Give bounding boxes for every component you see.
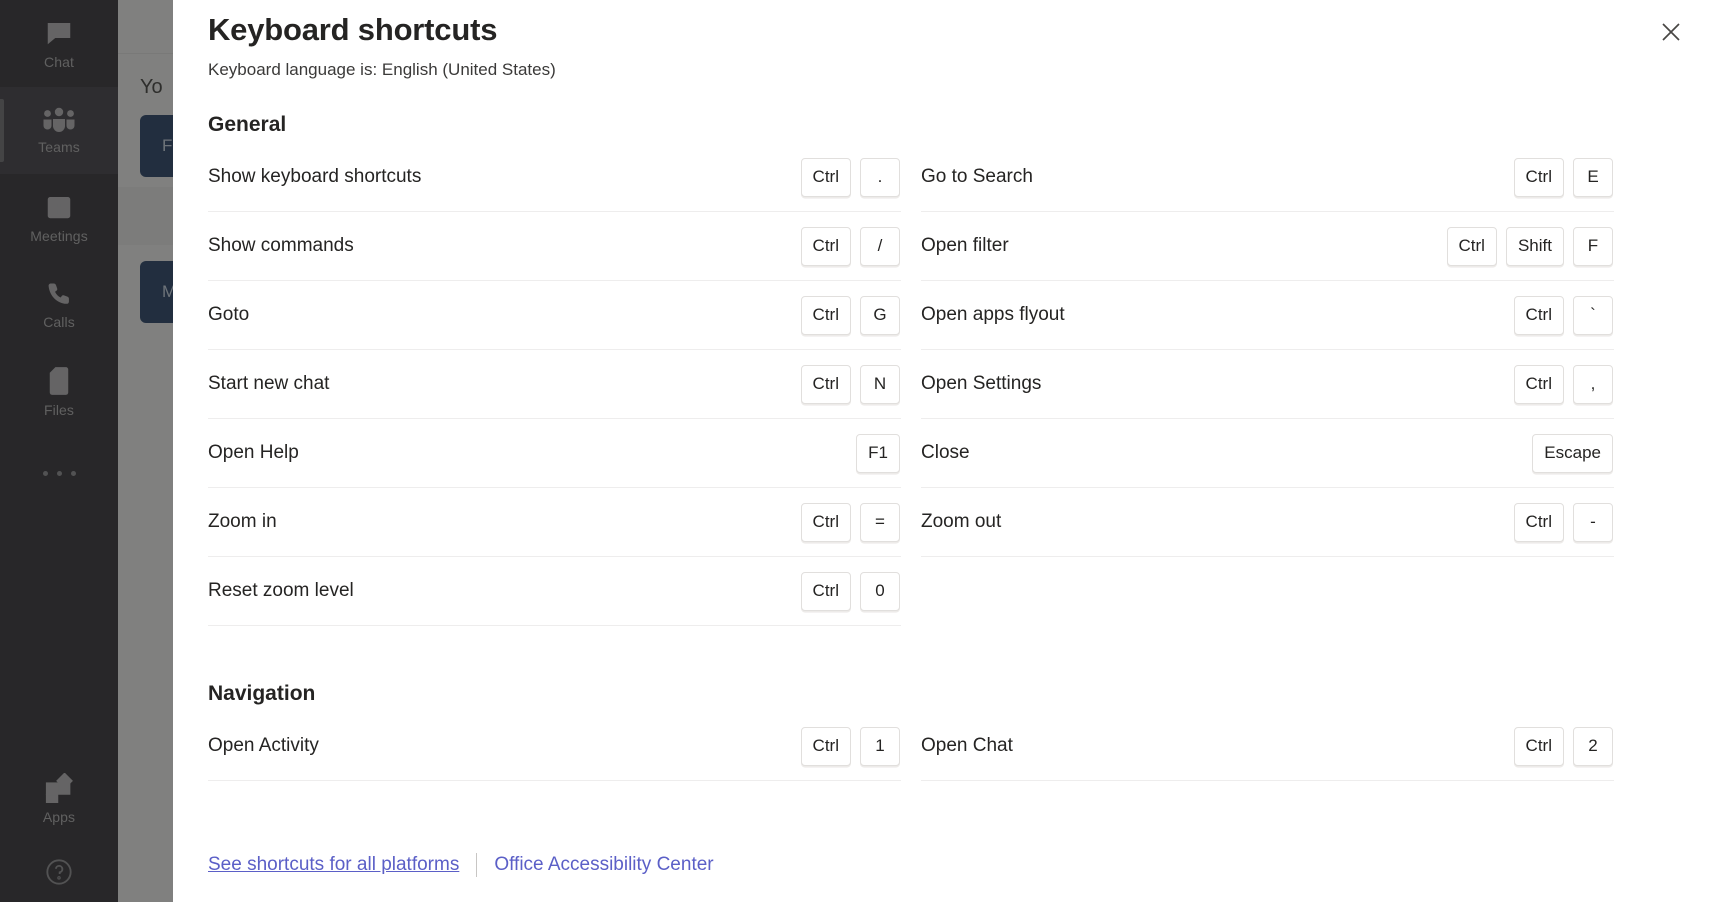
key-cap: Ctrl <box>800 226 851 266</box>
shortcut-row: Reset zoom level Ctrl 0 <box>208 557 901 626</box>
shortcut-label: Show keyboard shortcuts <box>208 166 422 187</box>
shortcut-grid-general: Show keyboard shortcuts Ctrl . Show comm… <box>208 143 1717 626</box>
shortcut-keys: Ctrl / <box>800 226 900 266</box>
key-cap: N <box>860 364 900 404</box>
page-title: Keyboard shortcuts <box>208 12 498 47</box>
key-cap: Ctrl <box>800 295 851 335</box>
footer-divider <box>476 852 478 877</box>
shortcut-keys: Ctrl Shift F <box>1446 226 1613 266</box>
section-title-general: General <box>208 113 287 136</box>
close-icon[interactable] <box>1649 10 1693 54</box>
shortcut-keys: Escape <box>1532 433 1613 473</box>
dialog-footer: See shortcuts for all platforms Office A… <box>173 826 1717 902</box>
shortcut-row: Show commands Ctrl / <box>208 212 901 281</box>
shortcut-row: Goto Ctrl G <box>208 281 901 350</box>
shortcut-label: Reset zoom level <box>208 580 354 601</box>
shortcut-label: Open Chat <box>921 735 1013 756</box>
shortcut-row: Open Settings Ctrl , <box>921 350 1614 419</box>
shortcut-label: Open Activity <box>208 735 319 756</box>
key-cap: Shift <box>1505 226 1564 266</box>
dialog-header: Keyboard shortcuts Keyboard language is:… <box>173 0 1717 80</box>
shortcut-label: Open Settings <box>921 373 1042 394</box>
key-cap: Ctrl <box>800 571 851 611</box>
shortcut-keys: Ctrl G <box>800 295 900 335</box>
key-cap: = <box>860 502 900 542</box>
shortcut-keys: Ctrl = <box>800 502 900 542</box>
shortcut-keys: Ctrl . <box>800 157 900 197</box>
shortcut-column-right: Open Chat Ctrl 2 <box>921 712 1614 781</box>
shortcut-row: Open filter Ctrl Shift F <box>921 212 1614 281</box>
key-cap: - <box>1573 502 1613 542</box>
key-cap: , <box>1573 364 1613 404</box>
shortcut-keys: Ctrl - <box>1513 502 1613 542</box>
key-cap: Ctrl <box>1513 502 1564 542</box>
shortcut-label: Open Help <box>208 442 299 463</box>
key-cap: F1 <box>856 433 900 473</box>
key-cap: ` <box>1573 295 1613 335</box>
key-cap: Ctrl <box>1513 157 1564 197</box>
shortcut-label: Zoom out <box>921 511 1002 532</box>
shortcut-keys: Ctrl E <box>1513 157 1613 197</box>
shortcut-column-right: Go to Search Ctrl E Open filter Ctrl Shi… <box>921 143 1614 626</box>
shortcut-keys: Ctrl 2 <box>1513 726 1613 766</box>
key-cap: Ctrl <box>1446 226 1497 266</box>
shortcut-row: Open Activity Ctrl 1 <box>208 712 901 781</box>
key-cap: Ctrl <box>800 502 851 542</box>
shortcut-row: Open Help F1 <box>208 419 901 488</box>
shortcut-column-left: Open Activity Ctrl 1 <box>208 712 901 781</box>
shortcut-row: Go to Search Ctrl E <box>921 143 1614 212</box>
shortcut-row: Zoom in Ctrl = <box>208 488 901 557</box>
shortcut-label: Open filter <box>921 235 1009 256</box>
key-cap: 2 <box>1573 726 1613 766</box>
shortcut-keys: Ctrl , <box>1513 364 1613 404</box>
shortcut-label: Goto <box>208 304 250 325</box>
key-cap: Ctrl <box>1513 295 1564 335</box>
keyboard-language-text: Keyboard language is: English (United St… <box>208 60 556 79</box>
key-cap: G <box>860 295 900 335</box>
key-cap: Ctrl <box>1513 726 1564 766</box>
key-cap: 1 <box>860 726 900 766</box>
shortcut-row: Start new chat Ctrl N <box>208 350 901 419</box>
shortcut-keys: Ctrl N <box>800 364 900 404</box>
key-cap: Ctrl <box>1513 364 1564 404</box>
shortcut-row: Open Chat Ctrl 2 <box>921 712 1614 781</box>
shortcut-row: Open apps flyout Ctrl ` <box>921 281 1614 350</box>
key-cap: 0 <box>860 571 900 611</box>
key-cap: Ctrl <box>800 726 851 766</box>
dialog-body: General Show keyboard shortcuts Ctrl . S… <box>173 80 1717 826</box>
shortcut-label: Zoom in <box>208 511 277 532</box>
key-cap: . <box>860 157 900 197</box>
see-all-platforms-link[interactable]: See shortcuts for all platforms <box>208 854 459 876</box>
shortcut-keys: F1 <box>856 433 900 473</box>
shortcut-keys: Ctrl ` <box>1513 295 1613 335</box>
shortcut-label: Start new chat <box>208 373 330 394</box>
office-accessibility-center-link[interactable]: Office Accessibility Center <box>494 854 713 876</box>
shortcut-label: Open apps flyout <box>921 304 1065 325</box>
shortcut-label: Show commands <box>208 235 354 256</box>
shortcut-row: Close Escape <box>921 419 1614 488</box>
shortcut-column-left: Show keyboard shortcuts Ctrl . Show comm… <box>208 143 901 626</box>
shortcut-label: Close <box>921 442 970 463</box>
key-cap: / <box>860 226 900 266</box>
key-cap: Escape <box>1532 433 1613 473</box>
key-cap: Ctrl <box>800 364 851 404</box>
key-cap: Ctrl <box>800 157 851 197</box>
key-cap: F <box>1573 226 1613 266</box>
section-title-navigation: Navigation <box>208 682 316 705</box>
shortcut-grid-navigation: Open Activity Ctrl 1 Open Chat Ctrl 2 <box>208 712 1717 781</box>
shortcut-keys: Ctrl 0 <box>800 571 900 611</box>
shortcut-keys: Ctrl 1 <box>800 726 900 766</box>
shortcut-label: Go to Search <box>921 166 1033 187</box>
keyboard-shortcuts-dialog: Keyboard shortcuts Keyboard language is:… <box>173 0 1717 902</box>
shortcut-row: Show keyboard shortcuts Ctrl . <box>208 143 901 212</box>
shortcut-row: Zoom out Ctrl - <box>921 488 1614 557</box>
key-cap: E <box>1573 157 1613 197</box>
